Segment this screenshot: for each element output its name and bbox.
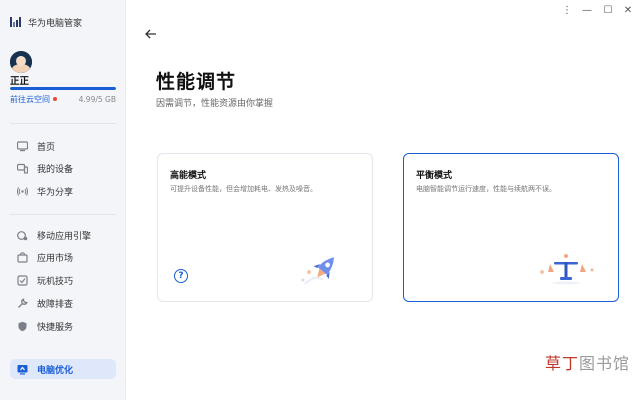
arrow-left-icon (145, 24, 157, 43)
watermark: 草丁图书馆 (545, 350, 630, 374)
page-title: 性能调节 (156, 71, 237, 93)
sidebar-item-tips[interactable]: 玩机技巧 (10, 270, 116, 290)
sidebar-item-app-store[interactable]: 应用市场 (10, 247, 116, 267)
maximize-button[interactable]: ☐ (601, 3, 615, 17)
more-menu-button[interactable]: ⋮ (560, 3, 574, 17)
cloud-space-link-label: 前往云空间 (10, 94, 50, 104)
help-icon[interactable]: ? (174, 269, 188, 283)
shield-icon (17, 321, 28, 332)
share-signal-icon (17, 186, 28, 197)
sidebar-item-my-devices[interactable]: 我的设备 (10, 158, 116, 178)
sidebar-item-app-engine[interactable]: 移动应用引擎 (10, 225, 116, 245)
app-logo-icon (10, 17, 22, 27)
optimize-icon (17, 364, 28, 375)
page-subtitle: 因需调节，性能资源由你掌握 (156, 99, 274, 109)
card-description: 可提升设备性能，但会增加耗电、发热及噪音。 (170, 185, 317, 193)
sidebar-item-label: 华为分享 (37, 187, 74, 198)
sidebar-item-label: 玩机技巧 (37, 276, 74, 287)
user-name[interactable]: 正正 (10, 73, 29, 87)
sidebar: 华为电脑管家 正正 前往云空间 4.99/5 GB 首页 我的设备 华为分享 移… (0, 0, 126, 400)
avatar[interactable] (10, 51, 32, 73)
watermark-part2: 图书馆 (578, 354, 630, 373)
watermark-part1: 草丁 (544, 354, 579, 373)
card-description: 电脑智能调节运行速度，性能与续航两不误。 (416, 185, 556, 193)
app-header: 华为电脑管家 (10, 14, 82, 30)
cloud-row: 前往云空间 4.99/5 GB (10, 93, 116, 105)
app-engine-icon (17, 230, 28, 241)
sidebar-item-troubleshoot[interactable]: 故障排查 (10, 293, 116, 313)
sidebar-divider (10, 214, 116, 215)
notification-dot (53, 97, 57, 101)
card-title: 平衡模式 (416, 171, 453, 181)
sidebar-item-label: 移动应用引擎 (37, 231, 92, 242)
app-store-icon (17, 251, 28, 263)
sidebar-item-home[interactable]: 首页 (10, 136, 116, 156)
minimize-button[interactable]: — (580, 3, 594, 17)
storage-progress-bar (10, 87, 116, 90)
storage-text: 4.99/5 GB (78, 94, 116, 104)
sidebar-item-label: 首页 (37, 142, 56, 153)
wrench-icon (17, 297, 28, 309)
sidebar-item-label: 快捷服务 (37, 322, 74, 333)
sidebar-item-label: 我的设备 (37, 164, 74, 175)
balanced-mode-card[interactable]: 平衡模式 电脑智能调节运行速度，性能与续航两不误。 (403, 153, 619, 302)
app-title: 华为电脑管家 (28, 18, 83, 29)
card-title: 高能模式 (170, 171, 207, 181)
high-performance-mode-card[interactable]: 高能模式 可提升设备性能，但会增加耗电、发热及噪音。 ? (157, 153, 373, 302)
sidebar-item-quick-service[interactable]: 快捷服务 (10, 316, 116, 336)
sidebar-item-label: 故障排查 (37, 299, 74, 310)
storage-progress-fill (10, 87, 116, 90)
cloud-space-link[interactable]: 前往云空间 (10, 94, 57, 105)
close-button[interactable]: ✕ (621, 3, 635, 17)
tips-icon (17, 274, 28, 286)
sidebar-item-pc-optimize[interactable]: 电脑优化 (10, 359, 116, 379)
balance-scale-icon (536, 248, 600, 292)
sidebar-item-huawei-share[interactable]: 华为分享 (10, 181, 116, 201)
sidebar-divider (10, 123, 116, 124)
back-button[interactable] (144, 26, 158, 40)
rocket-icon (293, 250, 353, 294)
sidebar-item-label: 电脑优化 (37, 365, 74, 376)
sidebar-item-label: 应用市场 (37, 253, 74, 264)
devices-icon (17, 163, 28, 174)
monitor-icon (17, 140, 28, 152)
